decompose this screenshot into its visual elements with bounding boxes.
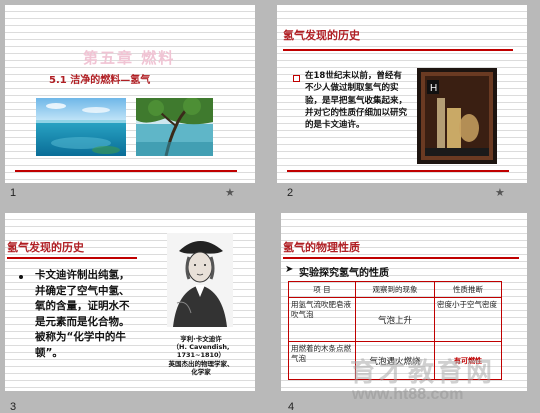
ocean-photo (36, 98, 126, 156)
slide-title: 氢气的物理性质 (283, 241, 360, 254)
slide-2-canvas: 氢气发现的历史 在18世纪末以前，曾经有不少人做过制取氢气的实验，是早把氢气收集… (277, 5, 527, 183)
museum-display-photo: H (417, 68, 497, 164)
cavendish-portrait (167, 233, 233, 327)
table-cell: 用氢气流吹肥皂液吹气泡 (288, 297, 356, 342)
slide-title: 氢气发现的历史 (7, 241, 84, 254)
slide-number: 1 (10, 187, 17, 199)
chapter-title: 第五章 燃料 (83, 49, 176, 67)
table-header-row: 项 目 观察到的现象 性质推断 (288, 281, 502, 298)
slide-title: 氢气发现的历史 (283, 29, 360, 42)
portrait-caption: 亨利·卡文迪许 （H. Cavendish, 1731~1810） 英国杰出的物… (168, 335, 234, 376)
table-cell: 气泡遇火燃烧 (355, 341, 435, 380)
arrow-bullet-icon: ➤ (285, 264, 294, 275)
table-header-cell: 观察到的现象 (355, 281, 435, 298)
slide-3-canvas: 氢气发现的历史 卡文迪许制出纯氢，并确定了空气中氢、氧的含量，证明水不是元素而是… (5, 213, 255, 391)
slide-thumbnail-4[interactable]: 氢气的物理性质 ➤ 实验探究氢气的性质 项 目 观察到的现象 性质推断 用氢气流… (270, 206, 540, 413)
bullet-square-icon (293, 75, 300, 82)
slide-bullet-text: 在18世纪末以前，曾经有不少人做过制取氢气的实验，是早把氢气收集起来，并对它的性… (305, 71, 408, 131)
tree-water-photo (136, 98, 213, 156)
slide-sorter: { "slides": [ { "number": "1", "chapter_… (0, 0, 540, 413)
table-header-cell: 项 目 (288, 281, 356, 298)
slide-thumbnail-2[interactable]: 氢气发现的历史 在18世纪末以前，曾经有不少人做过制取氢气的实验，是早把氢气收集… (270, 0, 540, 206)
slide-number: 3 (10, 401, 17, 413)
table-header-cell: 性质推断 (434, 281, 502, 298)
bottom-divider (287, 170, 509, 172)
animation-star-icon[interactable]: ★ (225, 186, 235, 199)
title-underline (283, 257, 519, 259)
slide-number: 2 (287, 187, 294, 199)
properties-table: 项 目 观察到的现象 性质推断 用氢气流吹肥皂液吹气泡 气泡上升 密度小于空气密… (288, 281, 502, 380)
slide-thumbnail-3[interactable]: 氢气发现的历史 卡文迪许制出纯氢，并确定了空气中氢、氧的含量，证明水不是元素而是… (0, 206, 270, 413)
bottom-divider (15, 170, 237, 172)
table-cell: 密度小于空气密度 (434, 297, 502, 342)
slide-4-canvas: 氢气的物理性质 ➤ 实验探究氢气的性质 项 目 观察到的现象 性质推断 用氢气流… (281, 213, 527, 391)
table-cell: 气泡上升 (355, 297, 435, 342)
slide-thumbnail-1[interactable]: 第五章 燃料 5.1 洁净的燃料—氢气 1 ★ (0, 0, 270, 206)
slide-1-canvas: 第五章 燃料 5.1 洁净的燃料—氢气 (5, 5, 255, 183)
element-symbol: H (430, 83, 437, 94)
slide-number: 4 (288, 401, 295, 413)
table-row: 用燃着的木条点燃气泡 气泡遇火燃烧 有可燃性 (288, 341, 502, 380)
title-underline (283, 49, 513, 51)
slide-subtitle: 实验探究氢气的性质 (299, 268, 389, 279)
table-cell: 有可燃性 (434, 341, 502, 380)
title-underline (7, 257, 137, 259)
section-title: 5.1 洁净的燃料—氢气 (49, 75, 151, 86)
animation-star-icon[interactable]: ★ (495, 186, 505, 199)
table-row: 用氢气流吹肥皂液吹气泡 气泡上升 密度小于空气密度 (288, 297, 502, 342)
table-cell: 用燃着的木条点燃气泡 (288, 341, 356, 380)
slide-bullet-text: 卡文迪许制出纯氢，并确定了空气中氢、氧的含量，证明水不是元素而是化合物。被称为“… (35, 269, 130, 359)
bullet-dot-icon (19, 275, 23, 279)
